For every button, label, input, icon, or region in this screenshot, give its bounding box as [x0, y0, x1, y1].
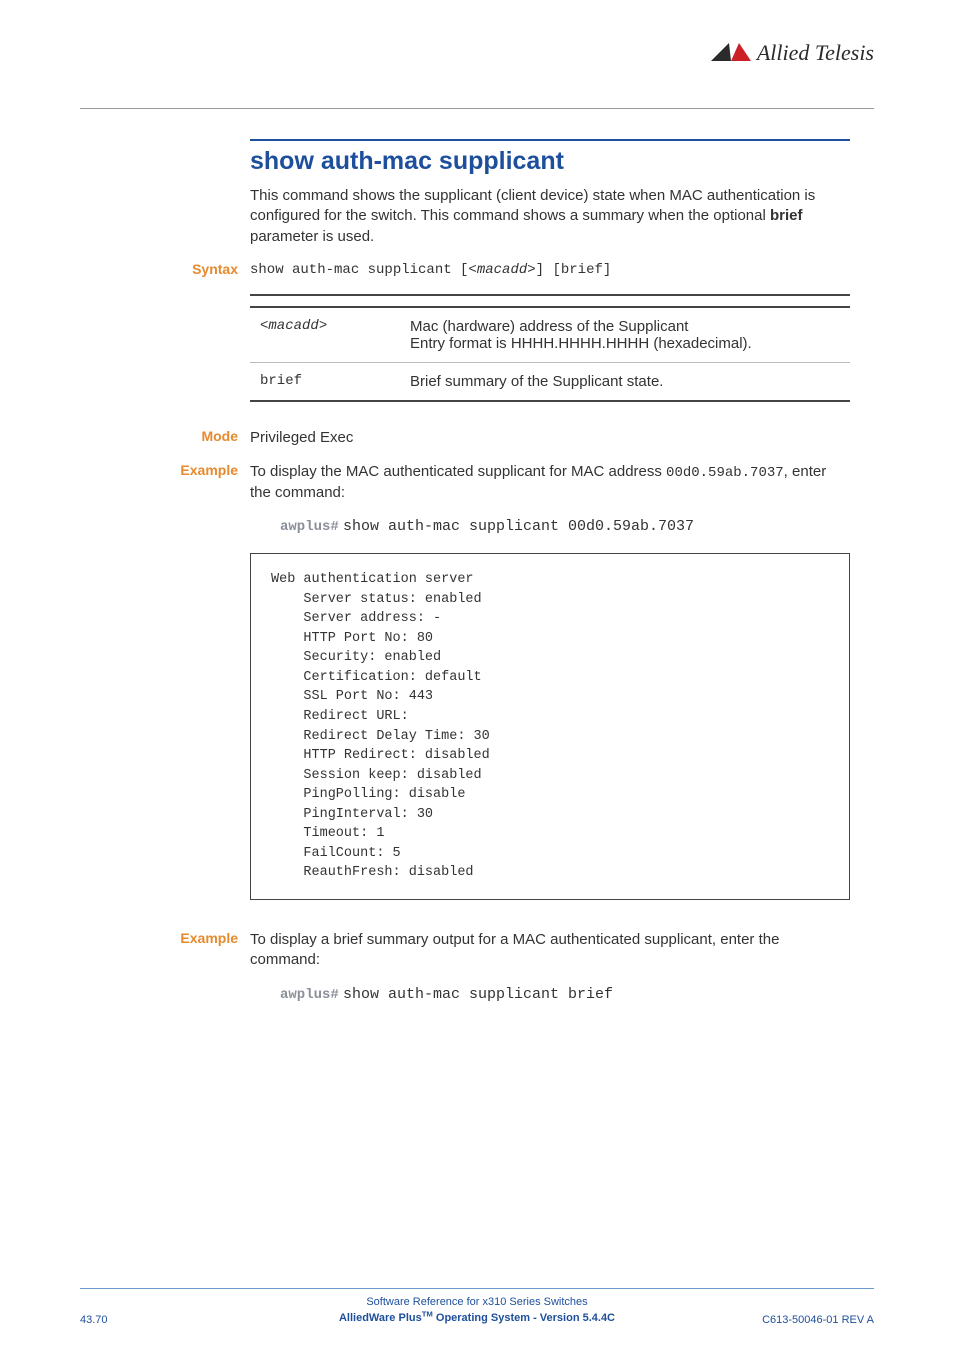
footer-line2-a: AlliedWare Plus [339, 1312, 422, 1324]
mode-row: Mode Privileged Exec [250, 428, 850, 448]
table-row: brief Brief summary of the Supplicant st… [250, 362, 850, 401]
syntax-value: show auth-mac supplicant [<macadd>] [bri… [250, 261, 850, 280]
cli-output: Web authentication server Server status:… [250, 553, 850, 900]
table-row: <macadd> Mac (hardware) address of the S… [250, 307, 850, 363]
param-desc-l2: Entry format is HHHH.HHHH.HHHH (hexadeci… [410, 335, 752, 352]
example2-text: To display a brief summary output for a … [250, 930, 850, 971]
intro-paragraph: This command shows the supplicant (clien… [250, 186, 850, 247]
cli-command: show auth-mac supplicant 00d0.59ab.7037 [343, 518, 694, 535]
param-key-post: > [319, 318, 327, 334]
footer-center: Software Reference for x310 Series Switc… [80, 1295, 874, 1326]
ex1-text-a: To display the MAC authenticated supplic… [250, 463, 666, 480]
footer-line1: Software Reference for x310 Series Switc… [366, 1296, 587, 1308]
param-key: brief [250, 362, 400, 401]
logo-mark-icon [711, 43, 751, 63]
main-content: show auth-mac supplicant This command sh… [250, 139, 850, 1003]
footer-line2-b: Operating System - Version 5.4.4C [433, 1312, 615, 1324]
footer-rule [80, 1288, 874, 1289]
syntax-b: >] [brief] [527, 262, 611, 278]
intro-bold: brief [770, 207, 803, 224]
param-key-mid: macadd [268, 318, 318, 334]
table-rule-top [250, 295, 850, 307]
cli-prompt: awplus# [280, 519, 339, 535]
footer-tm: TM [422, 1310, 433, 1319]
brand-text: Allied Telesis [757, 40, 874, 66]
brand-logo: Allied Telesis [711, 40, 874, 66]
example1-text: To display the MAC authenticated supplic… [250, 462, 850, 503]
footer-right: C613-50046-01 REV A [762, 1314, 874, 1326]
mode-value: Privileged Exec [250, 428, 850, 448]
cli-command: show auth-mac supplicant brief [343, 986, 613, 1003]
example1-command: awplus# show auth-mac supplicant 00d0.59… [280, 517, 850, 535]
parameter-table: <macadd> Mac (hardware) address of the S… [250, 294, 850, 402]
example2-label: Example [80, 930, 250, 946]
syntax-a: show auth-mac supplicant [< [250, 262, 477, 278]
mode-label: Mode [80, 428, 250, 444]
param-key: <macadd> [250, 307, 400, 363]
example2-command: awplus# show auth-mac supplicant brief [280, 985, 850, 1003]
example2-row: Example To display a brief summary outpu… [250, 930, 850, 971]
footer-left: 43.70 [80, 1314, 108, 1326]
section-rule [250, 139, 850, 141]
param-desc: Brief summary of the Supplicant state. [400, 362, 850, 401]
param-desc: Mac (hardware) address of the Supplicant… [400, 307, 850, 363]
header-rule [80, 108, 874, 109]
param-desc-l1: Mac (hardware) address of the Supplicant [410, 318, 688, 335]
page: Allied Telesis show auth-mac supplicant … [0, 0, 954, 1350]
example1-row: Example To display the MAC authenticated… [250, 462, 850, 503]
page-title: show auth-mac supplicant [250, 147, 850, 176]
intro-text-b: parameter is used. [250, 228, 374, 245]
page-header: Allied Telesis [80, 40, 874, 100]
syntax-label: Syntax [80, 261, 250, 277]
cli-prompt: awplus# [280, 987, 339, 1003]
page-footer: Software Reference for x310 Series Switc… [80, 1288, 874, 1326]
ex1-mac: 00d0.59ab.7037 [666, 465, 784, 481]
example1-label: Example [80, 462, 250, 478]
intro-text-a: This command shows the supplicant (clien… [250, 187, 815, 224]
syntax-row: Syntax show auth-mac supplicant [<macadd… [250, 261, 850, 280]
syntax-param: macadd [477, 262, 527, 278]
